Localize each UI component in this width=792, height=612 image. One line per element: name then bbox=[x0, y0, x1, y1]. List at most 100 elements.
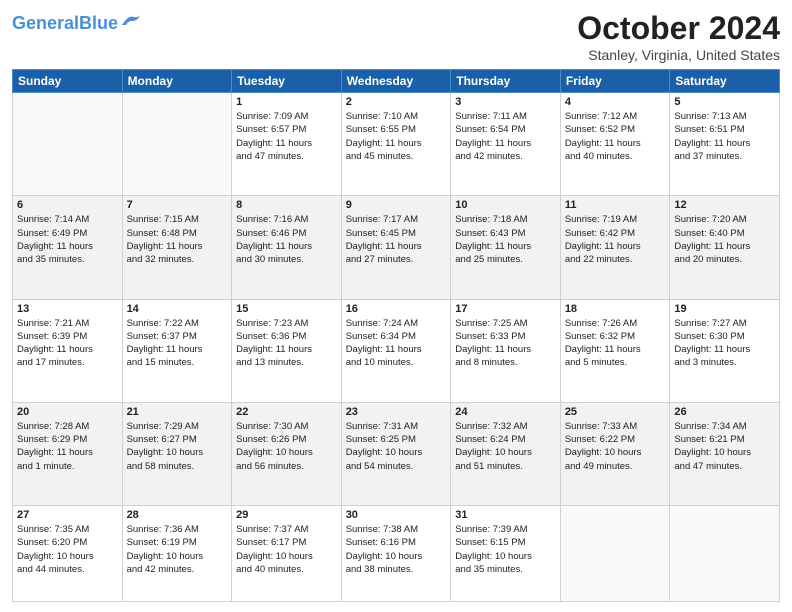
location: Stanley, Virginia, United States bbox=[577, 47, 780, 63]
calendar-cell bbox=[670, 506, 780, 602]
calendar-cell: 22Sunrise: 7:30 AMSunset: 6:26 PMDayligh… bbox=[232, 402, 342, 505]
logo-general: General bbox=[12, 13, 79, 33]
day-info: Sunrise: 7:35 AMSunset: 6:20 PMDaylight:… bbox=[17, 523, 118, 576]
weekday-header-friday: Friday bbox=[560, 70, 670, 93]
day-info: Sunrise: 7:26 AMSunset: 6:32 PMDaylight:… bbox=[565, 317, 666, 370]
calendar-week-row: 27 Sunrise: 7:35 AMSunset: 6:20 PMDayligh… bbox=[13, 506, 780, 602]
day-number: 15 bbox=[236, 303, 337, 315]
day-number: 20 bbox=[17, 406, 118, 418]
logo-bird-icon bbox=[120, 13, 142, 29]
day-number: 13 bbox=[17, 303, 118, 315]
month-title: October 2024 bbox=[577, 10, 780, 47]
day-info: Sunrise: 7:20 AMSunset: 6:40 PMDaylight:… bbox=[674, 213, 775, 266]
calendar-week-row: 1 Sunrise: 7:09 AMSunset: 6:57 PMDaylight… bbox=[13, 93, 780, 196]
day-info: Sunrise: 7:38 AMSunset: 6:16 PMDaylight:… bbox=[346, 523, 447, 576]
weekday-header-sunday: Sunday bbox=[13, 70, 123, 93]
weekday-header-thursday: Thursday bbox=[451, 70, 561, 93]
calendar-table: SundayMondayTuesdayWednesdayThursdayFrid… bbox=[12, 69, 780, 602]
day-number: 7 bbox=[127, 199, 228, 211]
day-info: Sunrise: 7:11 AMSunset: 6:54 PMDaylight:… bbox=[455, 110, 556, 163]
day-info: Sunrise: 7:39 AMSunset: 6:15 PMDaylight:… bbox=[455, 523, 556, 576]
day-number: 3 bbox=[455, 96, 556, 108]
weekday-header-wednesday: Wednesday bbox=[341, 70, 451, 93]
calendar-cell: 13 Sunrise: 7:21 AMSunset: 6:39 PMDayligh… bbox=[13, 299, 123, 402]
day-number: 16 bbox=[346, 303, 447, 315]
day-number: 17 bbox=[455, 303, 556, 315]
day-info: Sunrise: 7:12 AMSunset: 6:52 PMDaylight:… bbox=[565, 110, 666, 163]
day-info: Sunrise: 7:34 AMSunset: 6:21 PMDaylight:… bbox=[674, 420, 775, 473]
day-info: Sunrise: 7:30 AMSunset: 6:26 PMDaylight:… bbox=[236, 420, 337, 473]
calendar-cell: 28 Sunrise: 7:36 AMSunset: 6:19 PMDayligh… bbox=[122, 506, 232, 602]
calendar-week-row: 13 Sunrise: 7:21 AMSunset: 6:39 PMDayligh… bbox=[13, 299, 780, 402]
calendar-cell: 3 Sunrise: 7:11 AMSunset: 6:54 PMDaylight… bbox=[451, 93, 561, 196]
calendar-cell: 19 Sunrise: 7:27 AMSunset: 6:30 PMDayligh… bbox=[670, 299, 780, 402]
calendar-week-row: 20 Sunrise: 7:28 AMSunset: 6:29 PMDayligh… bbox=[13, 402, 780, 505]
day-info: Sunrise: 7:36 AMSunset: 6:19 PMDaylight:… bbox=[127, 523, 228, 576]
day-info: Sunrise: 7:17 AMSunset: 6:45 PMDaylight:… bbox=[346, 213, 447, 266]
calendar-cell: 18 Sunrise: 7:26 AMSunset: 6:32 PMDayligh… bbox=[560, 299, 670, 402]
weekday-header-monday: Monday bbox=[122, 70, 232, 93]
day-info: Sunrise: 7:23 AMSunset: 6:36 PMDaylight:… bbox=[236, 317, 337, 370]
calendar-cell: 12 Sunrise: 7:20 AMSunset: 6:40 PMDayligh… bbox=[670, 196, 780, 299]
day-number: 19 bbox=[674, 303, 775, 315]
day-number: 27 bbox=[17, 509, 118, 521]
calendar-cell: 16 Sunrise: 7:24 AMSunset: 6:34 PMDayligh… bbox=[341, 299, 451, 402]
calendar-cell: 24Sunrise: 7:32 AMSunset: 6:24 PMDayligh… bbox=[451, 402, 561, 505]
day-number: 5 bbox=[674, 96, 775, 108]
day-info: Sunrise: 7:22 AMSunset: 6:37 PMDaylight:… bbox=[127, 317, 228, 370]
calendar-cell: 2Sunrise: 7:10 AMSunset: 6:55 PMDaylight… bbox=[341, 93, 451, 196]
day-number: 18 bbox=[565, 303, 666, 315]
weekday-header-tuesday: Tuesday bbox=[232, 70, 342, 93]
logo-text: GeneralBlue bbox=[12, 14, 118, 32]
calendar-cell: 25Sunrise: 7:33 AMSunset: 6:22 PMDayligh… bbox=[560, 402, 670, 505]
day-info: Sunrise: 7:29 AMSunset: 6:27 PMDaylight:… bbox=[127, 420, 228, 473]
day-info: Sunrise: 7:19 AMSunset: 6:42 PMDaylight:… bbox=[565, 213, 666, 266]
calendar-cell: 29Sunrise: 7:37 AMSunset: 6:17 PMDayligh… bbox=[232, 506, 342, 602]
day-info: Sunrise: 7:24 AMSunset: 6:34 PMDaylight:… bbox=[346, 317, 447, 370]
day-number: 28 bbox=[127, 509, 228, 521]
calendar-cell bbox=[560, 506, 670, 602]
logo-blue: Blue bbox=[79, 13, 118, 33]
calendar-cell: 31 Sunrise: 7:39 AMSunset: 6:15 PMDayligh… bbox=[451, 506, 561, 602]
day-info: Sunrise: 7:27 AMSunset: 6:30 PMDaylight:… bbox=[674, 317, 775, 370]
day-number: 31 bbox=[455, 509, 556, 521]
calendar-cell bbox=[13, 93, 123, 196]
day-info: Sunrise: 7:33 AMSunset: 6:22 PMDaylight:… bbox=[565, 420, 666, 473]
day-info: Sunrise: 7:28 AMSunset: 6:29 PMDaylight:… bbox=[17, 420, 118, 473]
day-number: 26 bbox=[674, 406, 775, 418]
day-info: Sunrise: 7:15 AMSunset: 6:48 PMDaylight:… bbox=[127, 213, 228, 266]
day-info: Sunrise: 7:14 AMSunset: 6:49 PMDaylight:… bbox=[17, 213, 118, 266]
calendar-cell: 6 Sunrise: 7:14 AMSunset: 6:49 PMDaylight… bbox=[13, 196, 123, 299]
calendar-cell: 30Sunrise: 7:38 AMSunset: 6:16 PMDayligh… bbox=[341, 506, 451, 602]
day-info: Sunrise: 7:16 AMSunset: 6:46 PMDaylight:… bbox=[236, 213, 337, 266]
day-number: 23 bbox=[346, 406, 447, 418]
day-number: 12 bbox=[674, 199, 775, 211]
calendar-cell: 1 Sunrise: 7:09 AMSunset: 6:57 PMDaylight… bbox=[232, 93, 342, 196]
day-number: 6 bbox=[17, 199, 118, 211]
calendar-cell: 21Sunrise: 7:29 AMSunset: 6:27 PMDayligh… bbox=[122, 402, 232, 505]
day-number: 9 bbox=[346, 199, 447, 211]
day-info: Sunrise: 7:09 AMSunset: 6:57 PMDaylight:… bbox=[236, 110, 337, 163]
calendar-cell: 9 Sunrise: 7:17 AMSunset: 6:45 PMDaylight… bbox=[341, 196, 451, 299]
calendar-cell: 4Sunrise: 7:12 AMSunset: 6:52 PMDaylight… bbox=[560, 93, 670, 196]
calendar-cell: 15 Sunrise: 7:23 AMSunset: 6:36 PMDayligh… bbox=[232, 299, 342, 402]
calendar-cell: 20 Sunrise: 7:28 AMSunset: 6:29 PMDayligh… bbox=[13, 402, 123, 505]
calendar-cell: 7 Sunrise: 7:15 AMSunset: 6:48 PMDaylight… bbox=[122, 196, 232, 299]
day-info: Sunrise: 7:31 AMSunset: 6:25 PMDaylight:… bbox=[346, 420, 447, 473]
day-number: 10 bbox=[455, 199, 556, 211]
day-number: 1 bbox=[236, 96, 337, 108]
weekday-header-saturday: Saturday bbox=[670, 70, 780, 93]
calendar-cell: 27 Sunrise: 7:35 AMSunset: 6:20 PMDayligh… bbox=[13, 506, 123, 602]
calendar-cell: 23 Sunrise: 7:31 AMSunset: 6:25 PMDayligh… bbox=[341, 402, 451, 505]
day-info: Sunrise: 7:32 AMSunset: 6:24 PMDaylight:… bbox=[455, 420, 556, 473]
day-number: 2 bbox=[346, 96, 447, 108]
day-info: Sunrise: 7:13 AMSunset: 6:51 PMDaylight:… bbox=[674, 110, 775, 163]
day-info: Sunrise: 7:37 AMSunset: 6:17 PMDaylight:… bbox=[236, 523, 337, 576]
calendar-cell: 10Sunrise: 7:18 AMSunset: 6:43 PMDayligh… bbox=[451, 196, 561, 299]
day-number: 11 bbox=[565, 199, 666, 211]
header: GeneralBlue October 2024 Stanley, Virgin… bbox=[12, 10, 780, 63]
calendar-cell: 5 Sunrise: 7:13 AMSunset: 6:51 PMDaylight… bbox=[670, 93, 780, 196]
day-info: Sunrise: 7:21 AMSunset: 6:39 PMDaylight:… bbox=[17, 317, 118, 370]
calendar-cell: 14Sunrise: 7:22 AMSunset: 6:37 PMDayligh… bbox=[122, 299, 232, 402]
calendar-cell bbox=[122, 93, 232, 196]
